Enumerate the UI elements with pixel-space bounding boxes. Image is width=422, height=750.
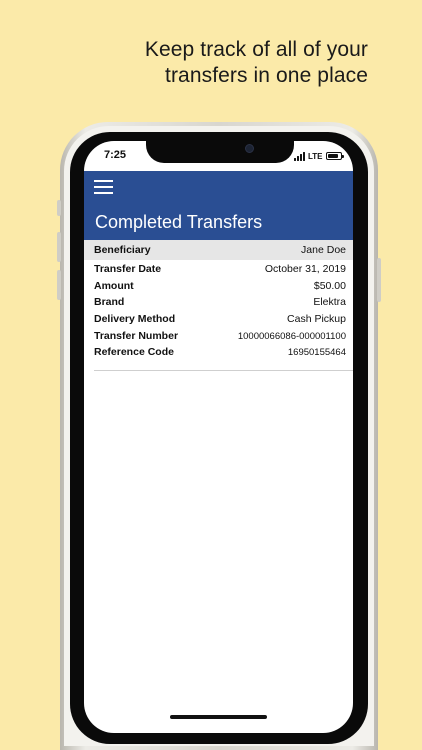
detail-label: Reference Code bbox=[94, 346, 174, 358]
detail-label: Transfer Number bbox=[94, 330, 179, 342]
detail-label: Amount bbox=[94, 280, 134, 292]
reference-code-row: Reference Code 16950155464 bbox=[84, 346, 353, 362]
app-header: Completed Transfers bbox=[84, 171, 353, 240]
detail-value: 16950155464 bbox=[287, 347, 346, 358]
status-time: 7:25 bbox=[104, 149, 127, 161]
phone-notch bbox=[146, 139, 294, 163]
amount-row: Amount $50.00 bbox=[84, 280, 353, 296]
front-camera-icon bbox=[245, 144, 254, 153]
detail-label: Brand bbox=[94, 296, 125, 308]
detail-value: Elektra bbox=[313, 296, 346, 308]
marketing-headline: Keep track of all of your transfers in o… bbox=[48, 37, 368, 89]
status-indicators: LTE bbox=[294, 150, 346, 162]
home-indicator[interactable] bbox=[170, 715, 267, 719]
phone-volume-down-button bbox=[57, 270, 61, 300]
detail-value: Cash Pickup bbox=[287, 313, 346, 325]
beneficiary-value: Jane Doe bbox=[301, 244, 346, 256]
transfer-number-row: Transfer Number 10000066086-000001100 bbox=[84, 330, 353, 346]
detail-label: Delivery Method bbox=[94, 313, 176, 325]
detail-value: 10000066086-000001100 bbox=[237, 331, 346, 342]
transfer-date-row: Transfer Date October 31, 2019 bbox=[84, 263, 353, 279]
delivery-method-row: Delivery Method Cash Pickup bbox=[84, 313, 353, 329]
phone-silent-switch bbox=[57, 200, 61, 216]
beneficiary-label: Beneficiary bbox=[94, 244, 151, 256]
page-title: Completed Transfers bbox=[95, 212, 263, 232]
headline-line-1: Keep track of all of your bbox=[144, 38, 368, 61]
phone-volume-up-button bbox=[57, 232, 61, 262]
phone-power-button bbox=[377, 258, 381, 302]
network-type: LTE bbox=[308, 151, 323, 161]
app-store-screenshot: Keep track of all of your transfers in o… bbox=[0, 0, 422, 750]
battery-icon bbox=[325, 152, 344, 160]
section-divider bbox=[94, 370, 353, 371]
headline-line-2: transfers in one place bbox=[165, 64, 368, 87]
brand-row: Brand Elektra bbox=[84, 296, 353, 312]
hamburger-menu-icon[interactable] bbox=[94, 180, 113, 194]
signal-bars-icon bbox=[294, 151, 305, 161]
detail-value: $50.00 bbox=[313, 280, 346, 292]
detail-value: October 31, 2019 bbox=[264, 263, 346, 275]
detail-label: Transfer Date bbox=[94, 263, 162, 275]
beneficiary-row: Beneficiary Jane Doe bbox=[84, 240, 353, 260]
